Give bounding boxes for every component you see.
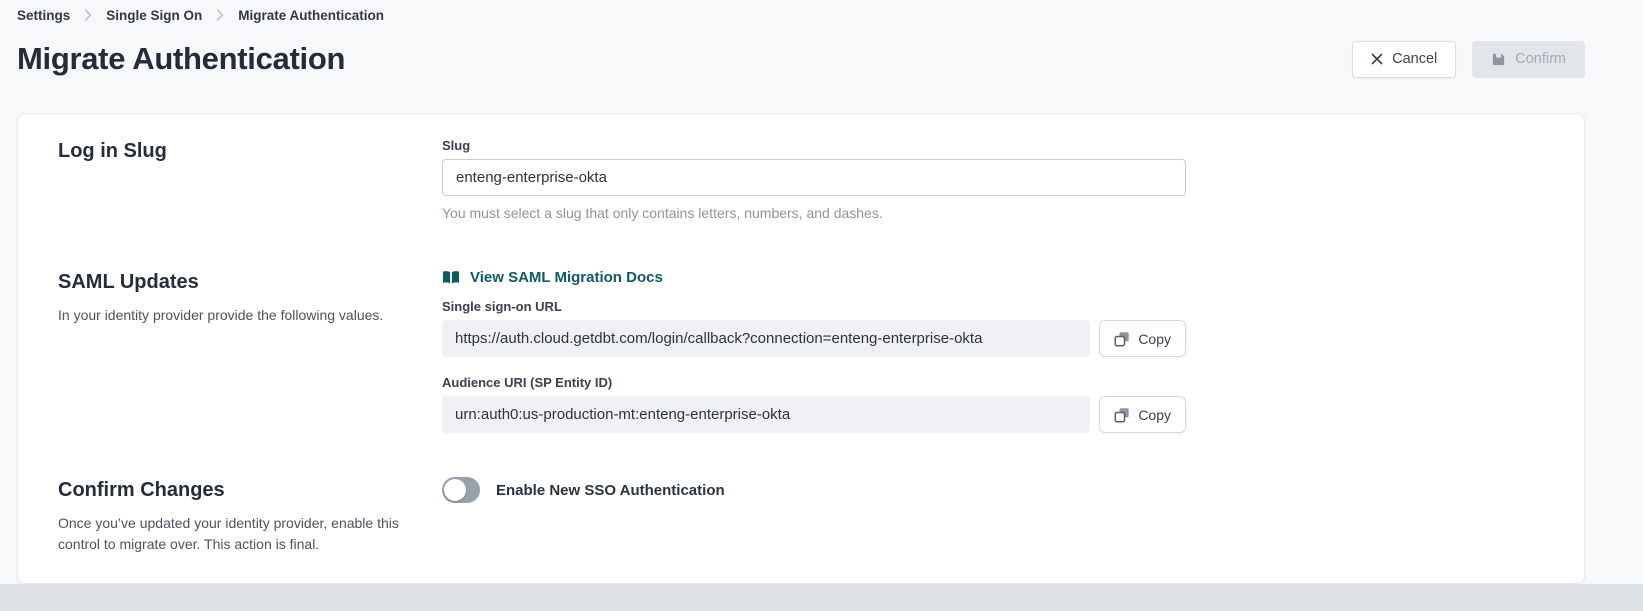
page-header: Migrate Authentication Cancel Con: [17, 37, 1585, 81]
confirm-button-label: Confirm: [1515, 51, 1566, 67]
copy-button-label: Copy: [1138, 407, 1171, 423]
copy-audience-uri-button[interactable]: Copy: [1099, 396, 1186, 433]
chevron-right-icon: [84, 9, 92, 21]
toggle-knob: [444, 479, 466, 501]
sso-url-group: Single sign-on URL https://auth.cloud.ge…: [442, 299, 1186, 357]
login-slug-right: Slug You must select a slug that only co…: [442, 138, 1186, 221]
audience-uri-group: Audience URI (SP Entity ID) urn:auth0:us…: [442, 375, 1186, 433]
close-icon: [1371, 53, 1383, 65]
login-slug-section: Log in Slug Slug You must select a slug …: [58, 138, 1544, 221]
saml-updates-right: View SAML Migration Docs Single sign-on …: [442, 269, 1186, 433]
login-slug-heading: Log in Slug: [58, 140, 442, 163]
copy-icon: [1114, 407, 1130, 423]
slug-input[interactable]: [442, 159, 1186, 196]
slug-label: Slug: [442, 138, 1186, 153]
cancel-button-label: Cancel: [1392, 51, 1437, 67]
saml-migration-docs-link-label: View SAML Migration Docs: [470, 269, 663, 286]
saml-updates-section: SAML Updates In your identity provider p…: [58, 269, 1544, 433]
enable-sso-toggle-label: Enable New SSO Authentication: [496, 482, 725, 499]
confirm-changes-right: Enable New SSO Authentication: [442, 477, 1186, 503]
saml-migration-docs-link[interactable]: View SAML Migration Docs: [442, 269, 663, 286]
saml-updates-description: In your identity provider provide the fo…: [58, 305, 442, 325]
copy-icon: [1114, 331, 1130, 347]
confirm-changes-section: Confirm Changes Once you’ve updated your…: [58, 477, 1544, 555]
enable-sso-toggle[interactable]: [442, 477, 480, 503]
chevron-right-icon: [216, 9, 224, 21]
audience-uri-row: urn:auth0:us-production-mt:enteng-enterp…: [442, 396, 1186, 433]
breadcrumb: Settings Single Sign On Migrate Authenti…: [17, 7, 1585, 23]
cancel-button[interactable]: Cancel: [1352, 41, 1456, 78]
login-slug-left: Log in Slug: [58, 138, 442, 163]
settings-card: Log in Slug Slug You must select a slug …: [17, 113, 1585, 584]
book-icon: [442, 270, 460, 285]
page-content: Settings Single Sign On Migrate Authenti…: [0, 0, 1643, 584]
audience-uri-label: Audience URI (SP Entity ID): [442, 375, 1186, 390]
confirm-button[interactable]: Confirm: [1472, 41, 1585, 78]
sso-url-label: Single sign-on URL: [442, 299, 1186, 314]
saml-updates-left: SAML Updates In your identity provider p…: [58, 269, 442, 325]
saml-updates-heading: SAML Updates: [58, 271, 442, 294]
header-actions: Cancel Confirm: [1352, 41, 1585, 78]
breadcrumb-settings[interactable]: Settings: [17, 8, 70, 23]
audience-uri-field: urn:auth0:us-production-mt:enteng-enterp…: [442, 396, 1090, 433]
page-bottom-strip: [0, 584, 1643, 611]
save-icon: [1491, 52, 1506, 67]
confirm-changes-left: Confirm Changes Once you’ve updated your…: [58, 477, 442, 555]
migrate-authentication-page: Settings Single Sign On Migrate Authenti…: [0, 0, 1643, 611]
confirm-changes-heading: Confirm Changes: [58, 479, 442, 502]
copy-button-label: Copy: [1138, 331, 1171, 347]
page-title: Migrate Authentication: [17, 41, 345, 77]
sso-url-field: https://auth.cloud.getdbt.com/login/call…: [442, 320, 1090, 357]
copy-sso-url-button[interactable]: Copy: [1099, 320, 1186, 357]
sso-url-row: https://auth.cloud.getdbt.com/login/call…: [442, 320, 1186, 357]
confirm-changes-description: Once you’ve updated your identity provid…: [58, 513, 410, 555]
breadcrumb-single-sign-on[interactable]: Single Sign On: [106, 8, 202, 23]
enable-sso-toggle-row: Enable New SSO Authentication: [442, 477, 1186, 503]
slug-helper-text: You must select a slug that only contain…: [442, 205, 1186, 221]
breadcrumb-migrate-authentication: Migrate Authentication: [238, 8, 384, 23]
